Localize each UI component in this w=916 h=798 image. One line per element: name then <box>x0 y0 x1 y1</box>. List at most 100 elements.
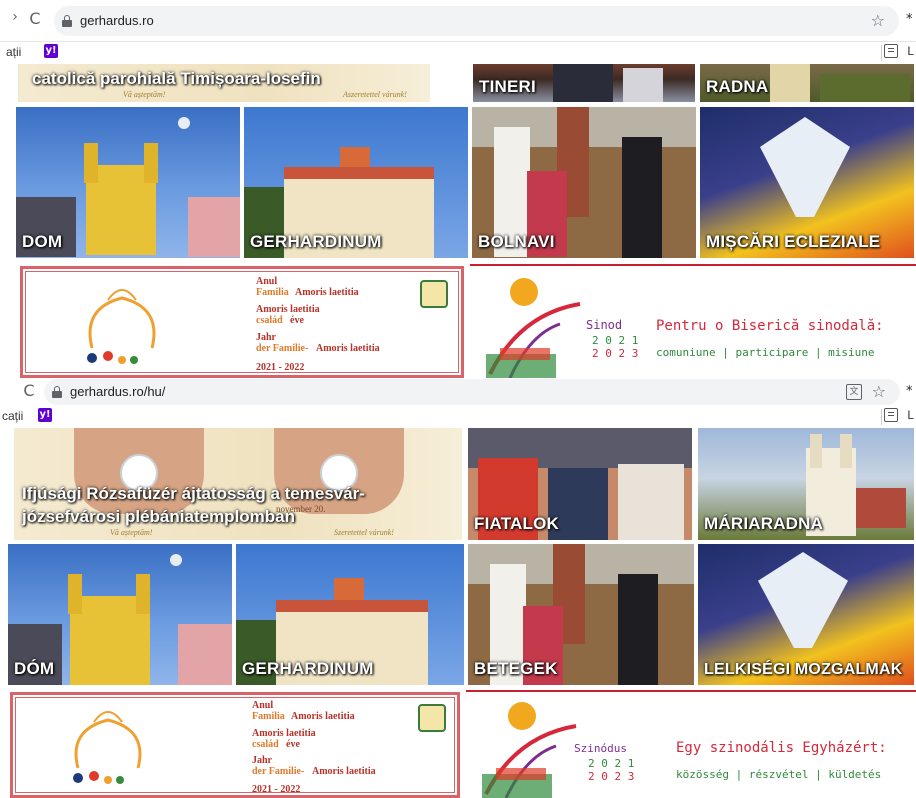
hero-small-text: Szeretettel várunk! <box>334 528 394 537</box>
lock-icon <box>62 15 72 27</box>
bookmark-fragment[interactable]: ații <box>6 45 21 59</box>
translate-icon[interactable]: 文 <box>846 384 862 400</box>
screenshot-hungarian: C gerhardus.ro/hu/ 文 ☆ * cații y! L nove… <box>0 378 916 798</box>
extension-icon[interactable]: * <box>906 12 913 27</box>
sinod-people-logo-icon <box>486 302 581 378</box>
tile-fiatalok[interactable]: FIATALOK <box>468 428 692 540</box>
family-logo-icon <box>87 289 156 364</box>
bookmarks-bar: cații y! L <box>0 406 916 428</box>
amoris-line: család <box>252 739 279 750</box>
tile-label: GERHARDINUM <box>242 659 374 678</box>
moon-icon <box>178 117 190 129</box>
sinod-year: 2 0 2 1 <box>588 757 635 770</box>
tile-dom[interactable]: DOM <box>16 107 240 258</box>
bookmark-star-icon[interactable]: ☆ <box>871 11 885 30</box>
banner-sinod[interactable]: Szinódus 2 0 2 1 2 0 2 3 Egy szinodális … <box>466 690 916 798</box>
hero-banner[interactable]: Vă așteptăm! Aszeretettel várunk! catoli… <box>18 64 430 102</box>
tile-mariaradna[interactable]: MÁRIARADNA <box>698 428 914 540</box>
sinod-word: Sinod <box>586 318 623 332</box>
banner-amoris-laetitia[interactable]: Anul Familia Amoris laetitia Amoris laet… <box>8 690 462 798</box>
sinod-title: Egy szinodális Egyházért: <box>676 740 887 756</box>
sinod-word: Szinódus <box>574 742 627 755</box>
sinod-title: Pentru o Biserică sinodală: <box>656 318 884 334</box>
amoris-line: Amoris laetitia <box>252 728 316 739</box>
dove-icon <box>760 117 850 217</box>
reading-list-label[interactable]: L <box>907 44 914 58</box>
tile-label: MIȘCĂRI ECLEZIALE <box>706 232 881 251</box>
reload-icon[interactable]: C <box>24 8 46 30</box>
reload-icon[interactable]: C <box>18 380 40 402</box>
hero-caption-line-1: Ifjúsági Rózsafüzér ájtatosság a temesvá… <box>22 484 365 503</box>
tile-lelkisegi-mozgalmak[interactable]: LELKISÉGI MOZGALMAK <box>698 544 914 685</box>
tile-label: GERHARDINUM <box>250 232 382 251</box>
browser-toolbar: C gerhardus.ro/hu/ 文 ☆ * <box>0 378 916 406</box>
tile-label: BETEGEK <box>474 659 558 678</box>
amoris-line: Anul <box>256 276 278 287</box>
amoris-line: Amoris laetitia <box>316 343 380 354</box>
url-text: gerhardus.ro/hu/ <box>70 384 166 399</box>
bookmarks-divider <box>881 45 882 61</box>
family-logo-icon <box>73 711 142 784</box>
coat-of-arms-icon <box>418 704 446 732</box>
tile-gerhardinum[interactable]: GERHARDINUM <box>244 107 468 258</box>
sinod-year: 2 0 2 3 <box>592 347 639 360</box>
amoris-line: Jahr <box>256 332 276 343</box>
extension-icon[interactable]: * <box>906 384 913 399</box>
amoris-line: Familia <box>252 711 285 722</box>
banner-sinod[interactable]: Sinod 2 0 2 1 2 0 2 3 Pentru o Biserică … <box>470 264 916 378</box>
hero-small-text: Vă așteptăm! <box>123 90 166 99</box>
tile-label: DÓM <box>14 659 55 678</box>
moon-icon <box>170 554 182 566</box>
dove-icon <box>758 552 848 648</box>
tile-betegek[interactable]: BETEGEK <box>468 544 694 685</box>
amoris-line: család <box>256 315 283 326</box>
amoris-years: 2021 - 2022 <box>252 784 301 795</box>
tile-label: BOLNAVI <box>478 232 555 251</box>
reading-list-icon[interactable] <box>884 408 898 422</box>
yahoo-icon[interactable]: y! <box>44 44 58 58</box>
amoris-line: der Familie- <box>252 766 305 777</box>
tile-tineri[interactable]: TINERI <box>473 64 695 102</box>
back-arrow-icon[interactable]: › <box>4 6 26 28</box>
bookmarks-bar: ații y! L <box>0 42 916 64</box>
amoris-years: 2021 - 2022 <box>256 362 305 373</box>
bookmarks-divider <box>881 409 882 425</box>
tile-gerhardinum[interactable]: GERHARDINUM <box>236 544 464 685</box>
tile-miscari-ecleziale[interactable]: MIȘCĂRI ECLEZIALE <box>700 107 914 258</box>
tile-label: TINERI <box>479 77 536 96</box>
tile-bolnavi[interactable]: BOLNAVI <box>472 107 696 258</box>
amoris-line: Amoris laetitia <box>312 766 376 777</box>
banner-amoris-laetitia[interactable]: Anul Familia Amoris laetitia Amoris laet… <box>18 264 466 378</box>
amoris-line: Amoris laetitia <box>295 287 359 298</box>
amoris-line: Familia <box>256 287 289 298</box>
screenshot-romanian: › C gerhardus.ro ☆ * ații y! L Vă aștept… <box>0 0 916 378</box>
tile-dom[interactable]: DÓM <box>8 544 232 685</box>
sinod-subtitle: közösség | részvétel | küldetés <box>676 768 882 781</box>
reading-list-icon[interactable] <box>884 44 898 58</box>
sinod-year: 2 0 2 1 <box>592 334 639 347</box>
bookmark-star-icon[interactable]: ☆ <box>872 382 886 401</box>
address-bar[interactable]: gerhardus.ro ☆ <box>54 6 899 36</box>
browser-toolbar: › C gerhardus.ro ☆ * <box>0 0 916 42</box>
tile-label: FIATALOK <box>474 514 560 533</box>
tile-label: MÁRIARADNA <box>704 514 824 533</box>
amoris-line: der Familie- <box>256 343 309 354</box>
amoris-line: Anul <box>252 700 274 711</box>
amoris-line: Amoris laetitia <box>291 711 355 722</box>
bookmark-fragment[interactable]: cații <box>2 409 23 423</box>
amoris-line: Amoris laetitia <box>256 304 320 315</box>
reading-list-label[interactable]: L <box>907 408 914 422</box>
sinod-subtitle: comuniune | participare | misiune <box>656 346 875 359</box>
tile-label: DOM <box>22 232 63 251</box>
hero-small-text: Vă așteptăm! <box>110 528 153 537</box>
tile-label: RADNA <box>706 77 769 96</box>
amoris-line: Jahr <box>252 755 272 766</box>
url-text: gerhardus.ro <box>80 13 154 28</box>
sinod-year: 2 0 2 3 <box>588 770 635 783</box>
yahoo-icon[interactable]: y! <box>38 408 52 422</box>
address-bar[interactable]: gerhardus.ro/hu/ 文 ☆ <box>44 379 900 405</box>
tile-radna[interactable]: RADNA <box>700 64 914 102</box>
hero-caption-line-2: józsefvárosi plébániatemplomban <box>22 507 296 526</box>
amoris-line: éve <box>290 315 304 326</box>
hero-banner[interactable]: november 20. Vă așteptăm! Szeretettel vá… <box>14 428 462 540</box>
